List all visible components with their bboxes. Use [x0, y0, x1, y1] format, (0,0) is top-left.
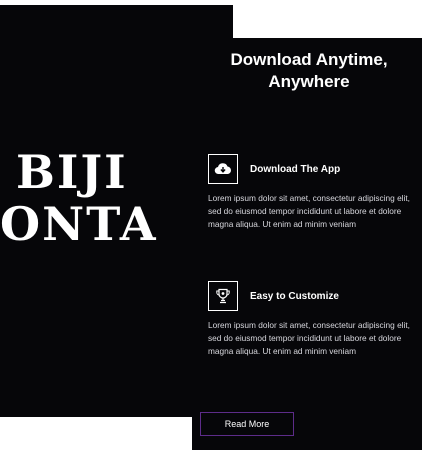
feature-description: Lorem ipsum dolor sit amet, consectetur …	[208, 320, 410, 356]
section-title: Download Anytime, Anywhere	[230, 50, 388, 91]
feature-download-app: Download The App Lorem ipsum dolor sit a…	[208, 153, 422, 231]
brand-line-1: BIJI	[16, 145, 128, 199]
feature-easy-customize: Easy to Customize Lorem ipsum dolor sit …	[208, 280, 422, 358]
feature-description: Lorem ipsum dolor sit amet, consectetur …	[208, 193, 410, 229]
cloud-download-icon	[208, 154, 238, 184]
feature-header: Download The App	[208, 153, 422, 185]
right-dark-panel	[192, 38, 422, 450]
feature-title: Easy to Customize	[250, 290, 339, 302]
page: BIJI ONTA Download Anytime, Anywhere Dow…	[0, 0, 427, 455]
read-more-button[interactable]: Read More	[200, 412, 294, 436]
brand-line-2: ONTA	[0, 196, 158, 251]
brand-logo-text: BIJI ONTA	[0, 145, 158, 250]
feature-header: Easy to Customize	[208, 280, 422, 312]
feature-title: Download The App	[250, 163, 341, 175]
trophy-icon	[208, 281, 238, 311]
